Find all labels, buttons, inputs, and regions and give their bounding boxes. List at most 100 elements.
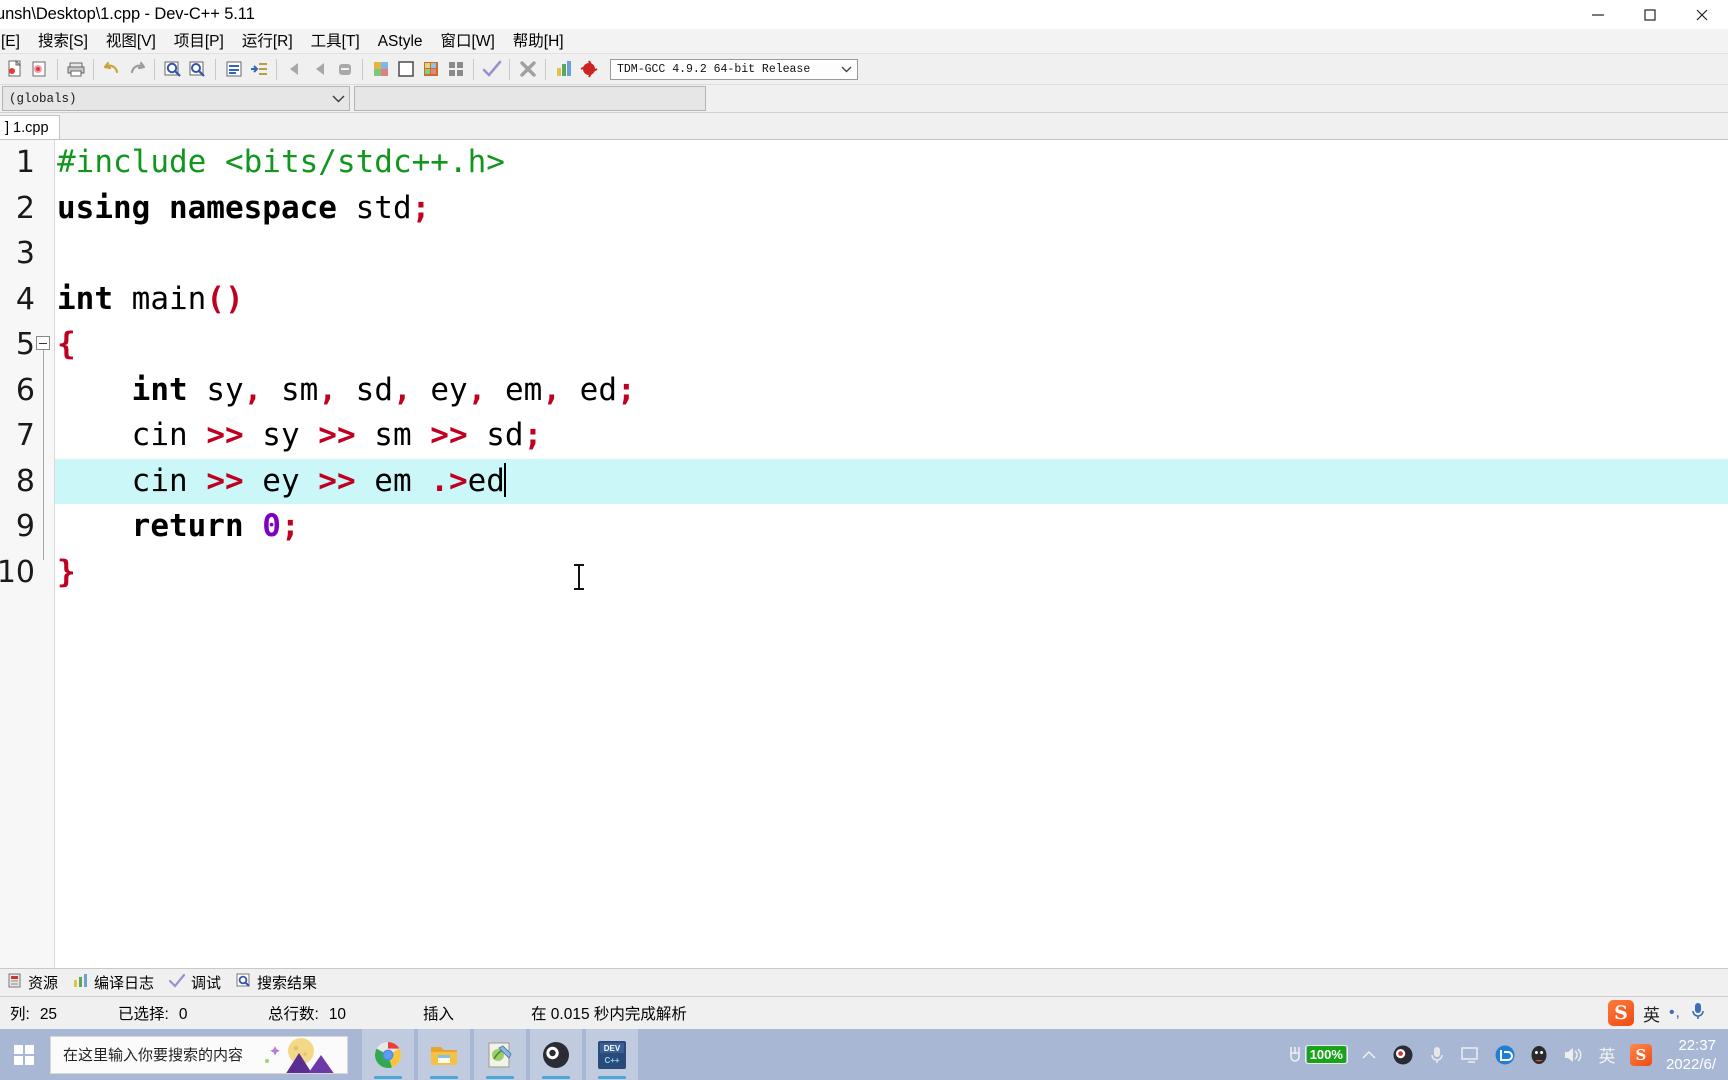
panel-tab-label: 搜索结果	[257, 975, 318, 992]
code-line-text: cin >> sy >> sm >> sd;	[55, 417, 543, 453]
code-line[interactable]: }	[55, 550, 1728, 596]
taskbar-chrome[interactable]	[362, 1029, 414, 1080]
lens-tray-icon[interactable]	[1488, 1029, 1522, 1080]
new-file-icon[interactable]	[2, 57, 27, 82]
taskbar-obs[interactable]	[530, 1029, 582, 1080]
start-button[interactable]	[0, 1029, 48, 1080]
code-line[interactable]: int sy, sm, sd, ey, em, ed;	[55, 368, 1728, 414]
code-line[interactable]: cin >> ey >> em .>ed	[55, 458, 1728, 504]
menu-run[interactable]: 运行[R]	[233, 29, 302, 54]
text-caret	[503, 462, 506, 497]
mic-icon[interactable]	[1690, 1001, 1706, 1026]
compile-icon[interactable]	[368, 57, 393, 82]
member-select[interactable]	[354, 86, 706, 111]
code-folding-column[interactable]	[34, 140, 55, 968]
profile-icon[interactable]	[551, 57, 576, 82]
maximize-button[interactable]	[1624, 0, 1676, 29]
panel-tab-search-results[interactable]: 搜索结果	[231, 970, 327, 996]
panel-tab-compile-log[interactable]: 编译日志	[68, 970, 164, 996]
toolbar-separator	[57, 58, 58, 80]
menu-help[interactable]: 帮助[H]	[504, 29, 573, 54]
menu-search[interactable]: 搜索[S]	[29, 29, 97, 54]
bottom-panel-tabs: 资源 编译日志 调试 搜索结果	[0, 968, 1728, 996]
code-line[interactable]: cin >> sy >> sm >> sd;	[55, 413, 1728, 459]
status-insert-mode: 插入	[423, 1006, 455, 1023]
taskbar-clock[interactable]: 22:37 2022/6/	[1658, 1036, 1720, 1074]
battery-percent-label: 100%	[1306, 1046, 1346, 1063]
code-line[interactable]	[55, 231, 1728, 277]
code-token-punct: >>	[318, 462, 356, 499]
menu-edit[interactable]: [E]	[0, 29, 29, 54]
volume-tray-icon[interactable]	[1556, 1029, 1590, 1080]
panel-tab-resources[interactable]: 资源	[2, 970, 68, 996]
taskbar-editor[interactable]	[474, 1029, 526, 1080]
code-token-id: std	[336, 189, 412, 226]
compile-run-icon[interactable]	[418, 57, 443, 82]
run-icon[interactable]	[393, 57, 418, 82]
code-line[interactable]: using namespace std;	[55, 186, 1728, 232]
ime-tray-icon[interactable]: 英	[1590, 1029, 1624, 1080]
code-text-area[interactable]: #include <bits/stdc++.h> using namespace …	[55, 140, 1728, 968]
debug-icon[interactable]	[576, 57, 601, 82]
ime-punctuation-icon[interactable]: •,	[1669, 1004, 1681, 1022]
chevron-down-icon[interactable]	[837, 60, 855, 79]
code-line[interactable]: {	[55, 322, 1728, 368]
panel-tab-debug[interactable]: 调试	[164, 970, 231, 996]
fold-toggle-line5[interactable]	[36, 336, 50, 350]
line-number-label: 9	[15, 509, 35, 544]
search-input[interactable]: 在这里输入你要搜索的内容	[51, 1044, 243, 1065]
menu-view[interactable]: 视图[V]	[97, 29, 165, 54]
taskbar-explorer[interactable]	[418, 1029, 470, 1080]
taskbar-devcpp[interactable]: DEV C++	[586, 1029, 638, 1080]
window-title: unsh\Desktop\1.cpp - Dev-C++ 5.11	[0, 5, 255, 23]
scope-select[interactable]: (globals)	[2, 86, 350, 111]
chevron-up-icon[interactable]	[1352, 1029, 1386, 1080]
taskbar-active-indicator	[430, 1076, 458, 1079]
qq-tray-icon[interactable]	[1522, 1029, 1556, 1080]
mic-tray-icon[interactable]	[1420, 1029, 1454, 1080]
panel-tab-label: 资源	[28, 975, 59, 992]
minimize-button[interactable]	[1572, 0, 1624, 29]
goto-function-icon[interactable]	[246, 57, 271, 82]
chevron-down-icon[interactable]	[332, 87, 345, 110]
print-icon[interactable]	[63, 57, 88, 82]
editor-tab-1cpp[interactable]: ] 1.cpp	[0, 115, 60, 139]
code-line[interactable]: #include <bits/stdc++.h>	[55, 140, 1728, 186]
stop-icon	[332, 57, 357, 82]
menu-astyle[interactable]: AStyle	[369, 29, 432, 54]
taskbar-search-box[interactable]: 在这里输入你要搜索的内容	[50, 1035, 348, 1074]
goto-line-icon[interactable]	[221, 57, 246, 82]
code-line[interactable]: return 0;	[55, 504, 1728, 550]
code-line[interactable]: int main()	[55, 277, 1728, 323]
battery-icon[interactable]: 100%	[1285, 1044, 1348, 1066]
menu-tools[interactable]: 工具[T]	[302, 29, 369, 54]
syntax-check-icon[interactable]	[479, 57, 504, 82]
compiler-select[interactable]: TDM-GCC 4.9.2 64-bit Release	[610, 58, 858, 80]
close-button[interactable]	[1676, 0, 1728, 29]
code-token-id: sd	[337, 371, 393, 408]
rebuild-icon[interactable]	[443, 57, 468, 82]
replace-icon[interactable]	[185, 57, 210, 82]
obs-tray-icon[interactable]	[1386, 1029, 1420, 1080]
code-line-text: int main()	[55, 281, 244, 317]
toolbar-separator	[473, 58, 474, 80]
code-token-id: ey	[243, 462, 319, 499]
code-token-punct: ;	[617, 371, 636, 408]
open-file-icon[interactable]	[27, 57, 52, 82]
menu-project[interactable]: 项目[P]	[165, 29, 233, 54]
find-icon[interactable]	[160, 57, 185, 82]
ime-floating-bar[interactable]: S 英 •,	[1607, 998, 1706, 1028]
sogou-tray-icon[interactable]: S	[1624, 1029, 1658, 1080]
toolbar-separator	[545, 58, 546, 80]
svg-text:DEV: DEV	[604, 1044, 621, 1053]
code-editor[interactable]: 1 2 3 4 5 6 7 8 9 10 #include <bits/stdc++.h> usin…	[0, 139, 1728, 968]
undo-icon[interactable]	[99, 57, 124, 82]
display-tray-icon[interactable]	[1454, 1029, 1488, 1080]
code-token-punct: ,	[318, 371, 337, 408]
redo-icon[interactable]	[124, 57, 149, 82]
sogou-logo-icon[interactable]: S	[1607, 1000, 1634, 1026]
status-selected: 已选择: 0	[118, 1002, 268, 1024]
ime-mode-label[interactable]: 英	[1643, 1001, 1660, 1026]
menu-window[interactable]: 窗口[W]	[432, 29, 504, 54]
